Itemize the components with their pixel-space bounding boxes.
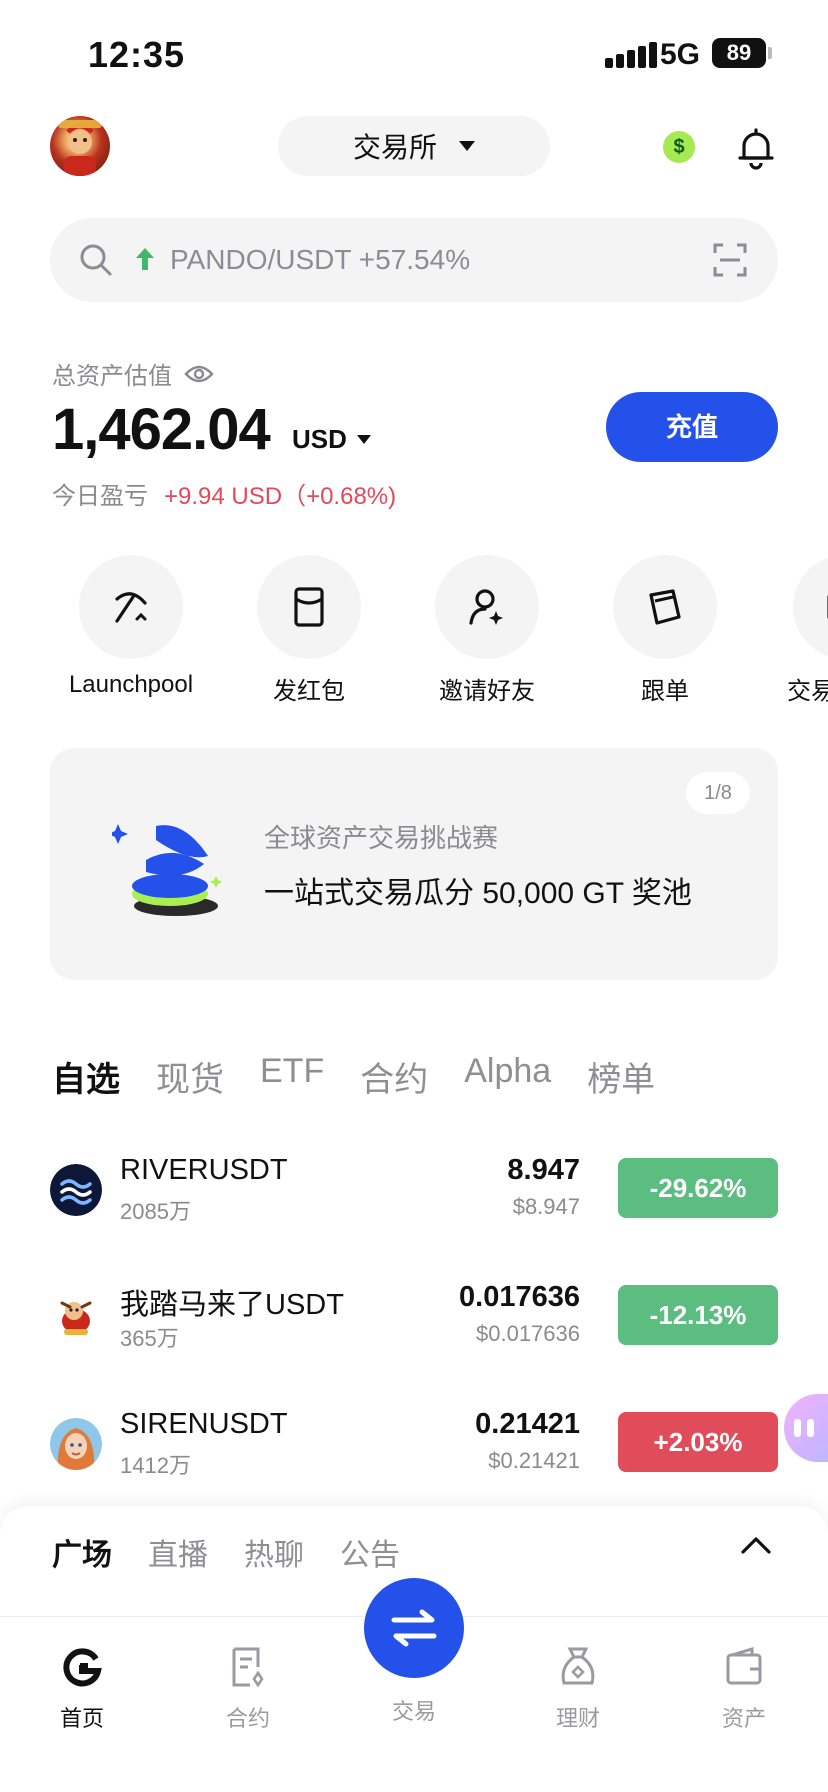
nav-earn[interactable]: 理财	[518, 1617, 638, 1733]
futures-doc-icon	[232, 1647, 264, 1688]
volume: 365万	[120, 1326, 179, 1351]
shortcut-label: 跟单	[641, 678, 689, 705]
last-price: 8.947	[507, 1154, 580, 1186]
banner-page-indicator: 1/8	[686, 772, 750, 814]
currency-label: USD	[292, 424, 347, 454]
shortcut-launchpool[interactable]: Launchpool	[51, 555, 211, 699]
nav-label-trade: 交易	[391, 1699, 436, 1724]
nav-home[interactable]: 首页	[22, 1617, 142, 1733]
tab-square[interactable]: 广场	[52, 1530, 112, 1574]
banner-title: 一站式交易瓜分 50,000 GT 奖池	[264, 877, 692, 910]
shortcut-label: 邀请好友	[439, 678, 535, 705]
status-bar: 12:35 5G 89	[0, 0, 828, 100]
pnl-label: 今日盈亏	[52, 483, 148, 510]
tab-spot[interactable]: 现货	[156, 1052, 224, 1101]
price-usd: $0.21421	[488, 1448, 580, 1473]
tab-etf[interactable]: ETF	[260, 1052, 324, 1101]
market-row[interactable]: 我踏马来了USDT 365万 0.017636 $0.017636 -12.13…	[50, 1275, 778, 1365]
tab-futures[interactable]: 合约	[360, 1052, 428, 1101]
shortcut-label: Launchpool	[68, 671, 194, 698]
pair-name: RIVERUSDT	[120, 1154, 288, 1186]
triangle-down-icon	[356, 435, 371, 444]
pair-name: 我踏马来了USDT	[120, 1289, 344, 1321]
home-logo-icon	[63, 1648, 102, 1687]
nav-label: 资产	[721, 1706, 766, 1731]
chevron-up-icon[interactable]	[740, 1534, 772, 1556]
price-usd: $0.017636	[476, 1321, 580, 1346]
tab-live[interactable]: 直播	[148, 1530, 208, 1574]
battery-tip	[768, 47, 772, 59]
pnl-row: 今日盈亏 +9.94 USD（+0.68%)	[52, 476, 396, 511]
price-usd: $8.947	[512, 1194, 580, 1219]
assistant-bot-icon[interactable]	[784, 1394, 828, 1462]
red-envelope-icon	[257, 555, 361, 659]
tab-rankings[interactable]: 榜单	[587, 1052, 655, 1101]
wallet-icon	[726, 1646, 762, 1685]
exchange-label: 交易所	[352, 132, 437, 163]
search-bar[interactable]: PANDO/USDT +57.54%	[50, 218, 778, 302]
change-badge[interactable]: -29.62%	[618, 1158, 778, 1218]
currency-selector[interactable]: USD	[292, 424, 371, 455]
shortcut-label: 发红包	[273, 678, 345, 705]
swap-arrows-icon	[391, 1609, 437, 1647]
pnl-value: +9.94 USD（+0.68%)	[164, 483, 397, 510]
tab-favorites[interactable]: 自选	[52, 1052, 120, 1101]
pickaxe-icon	[79, 555, 183, 659]
search-icon	[80, 244, 112, 276]
volume: 2085万	[120, 1199, 191, 1224]
tab-alpha[interactable]: Alpha	[464, 1052, 551, 1101]
shortcut-row: Launchpool 发红包 邀请好友 跟单 交易	[0, 555, 828, 705]
trophy-stack-icon	[112, 824, 222, 916]
market-row[interactable]: SIRENUSDT 1412万 0.21421 $0.21421 +2.03%	[50, 1402, 778, 1492]
triangle-down-icon	[459, 141, 475, 151]
promo-banner[interactable]: 全球资产交易挑战赛 一站式交易瓜分 50,000 GT 奖池 1/8	[50, 748, 778, 980]
last-price: 0.21421	[475, 1408, 580, 1440]
status-time: 12:35	[88, 34, 186, 75]
nav-futures[interactable]: 合约	[188, 1617, 308, 1733]
deposit-button[interactable]: 充值	[606, 392, 778, 462]
network-label: 5G	[660, 38, 701, 71]
trade-button[interactable]	[364, 1578, 464, 1678]
banner-subtitle: 全球资产交易挑战赛	[264, 823, 499, 853]
copy-trade-icon	[613, 555, 717, 659]
nav-label: 首页	[59, 1706, 104, 1731]
nav-assets[interactable]: 资产	[684, 1617, 804, 1733]
pair-name: SIRENUSDT	[120, 1408, 288, 1440]
arrow-up-icon	[136, 248, 154, 270]
market-row[interactable]: RIVERUSDT 2085万 8.947 $8.947 -29.62%	[50, 1148, 778, 1238]
feed-tabs: 广场 直播 热聊 公告	[52, 1530, 400, 1574]
shortcut-label: 交易	[787, 678, 828, 705]
market-tabs: 自选 现货 ETF 合约 Alpha 榜单	[52, 1052, 655, 1101]
trade-icon	[793, 555, 828, 659]
search-trending-text: PANDO/USDT +57.54%	[170, 244, 471, 275]
change-badge[interactable]: -12.13%	[618, 1285, 778, 1345]
shortcut-red-envelope[interactable]: 发红包	[229, 555, 389, 706]
scan-icon[interactable]	[712, 242, 748, 278]
shortcut-invite[interactable]: 邀请好友	[407, 555, 567, 706]
exchange-switcher[interactable]: 交易所	[278, 116, 550, 176]
nav-label: 合约	[225, 1706, 270, 1731]
change-badge[interactable]: +2.03%	[618, 1412, 778, 1472]
asset-label-row: 总资产估值	[52, 356, 214, 391]
shortcut-trade[interactable]: 交易	[743, 555, 828, 706]
shortcut-copy-trade[interactable]: 跟单	[585, 555, 745, 706]
asset-label: 总资产估值	[52, 363, 172, 390]
tab-announcements[interactable]: 公告	[340, 1530, 400, 1574]
tab-hot-chat[interactable]: 热聊	[244, 1530, 304, 1574]
asset-amount: 1,462.04	[52, 397, 271, 462]
bell-icon[interactable]	[736, 126, 776, 170]
dollar-coin-icon[interactable]: $	[663, 131, 695, 163]
coin-siren-icon	[50, 1418, 102, 1470]
nav-label: 理财	[555, 1706, 600, 1731]
coin-horse-icon	[50, 1291, 102, 1343]
last-price: 0.017636	[459, 1281, 580, 1313]
signal-icon	[605, 42, 657, 68]
avatar[interactable]	[50, 116, 110, 176]
volume: 1412万	[120, 1453, 191, 1478]
battery-icon: 89	[712, 38, 766, 68]
coin-river-icon	[50, 1164, 102, 1216]
eye-icon[interactable]	[184, 364, 214, 384]
earn-bag-icon	[561, 1647, 595, 1685]
invite-user-icon	[435, 555, 539, 659]
